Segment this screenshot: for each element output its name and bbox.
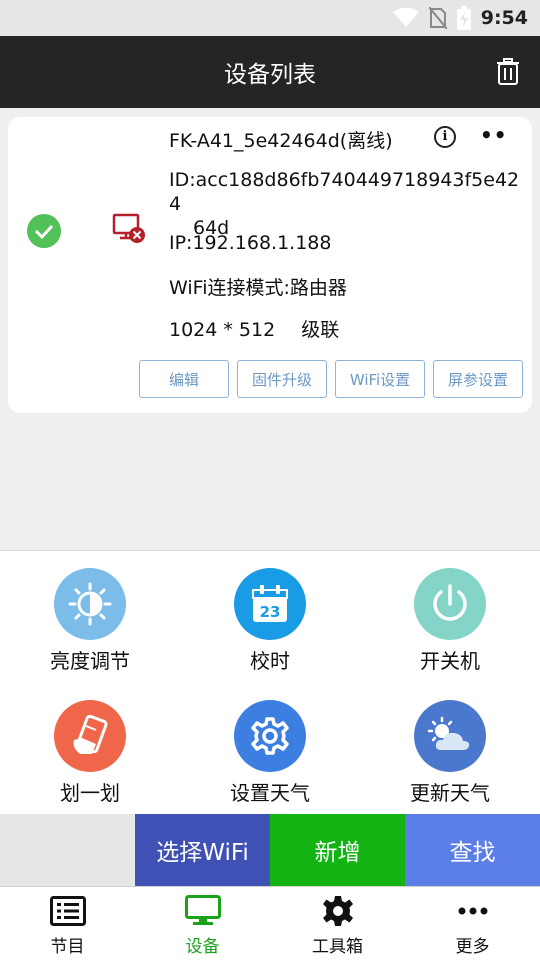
calendar-icon: 23 (234, 568, 306, 640)
wifi-icon (392, 8, 419, 27)
brightness-icon (54, 568, 126, 640)
power-button[interactable]: 开关机 (360, 551, 540, 683)
tab-devices[interactable]: 设备 (135, 887, 270, 960)
app-bar: 设备列表 (0, 36, 540, 108)
add-device-button[interactable]: 新增 (270, 814, 405, 886)
edit-button[interactable]: 编辑 (139, 360, 229, 398)
weather-icon (414, 700, 486, 772)
bottom-tab-bar: 节目 设备 工具箱 更多 (0, 886, 540, 960)
device-id-line1: ID:acc188d86fb740449718943f5e424 (169, 169, 520, 215)
tab-more[interactable]: 更多 (405, 887, 540, 960)
status-bar: 9:54 (0, 0, 540, 36)
firmware-upgrade-button[interactable]: 固件升级 (237, 360, 327, 398)
offline-screen-icon (112, 213, 145, 243)
tab-programs[interactable]: 节目 (0, 887, 135, 960)
find-device-button[interactable]: 查找 (405, 814, 540, 886)
power-label: 开关机 (420, 649, 480, 673)
device-name: FK-A41_5e42464d(离线) (169, 130, 393, 152)
time-sync-label: 校时 (250, 649, 290, 673)
more-icon (455, 895, 491, 927)
brightness-label: 亮度调节 (50, 649, 130, 673)
info-icon[interactable]: i (434, 126, 456, 148)
wifi-settings-button[interactable]: WiFi设置 (335, 360, 425, 398)
swipe-phone-icon (54, 700, 126, 772)
tab-toolbox[interactable]: 工具箱 (270, 887, 405, 960)
tab-more-label: 更多 (455, 937, 490, 957)
tab-toolbox-label: 工具箱 (312, 937, 363, 957)
weather-settings-label: 设置天气 (230, 781, 310, 805)
device-id: ID:acc188d86fb740449718943f5e424 64d (169, 168, 529, 240)
gear-icon (234, 700, 306, 772)
no-sim-icon (428, 7, 447, 29)
screen-settings-button[interactable]: 屏参设置 (433, 360, 523, 398)
trash-icon[interactable] (496, 58, 520, 86)
select-wifi-button[interactable]: 选择WiFi (135, 814, 270, 886)
time-sync-button[interactable]: 23 校时 (180, 551, 360, 683)
status-time: 9:54 (480, 7, 528, 29)
action-bar: 选择WiFi 新增 查找 (0, 814, 540, 886)
device-ip: IP:192.168.1.188 (169, 232, 332, 254)
status-icons: 9:54 (392, 0, 528, 36)
update-weather-label: 更新天气 (410, 781, 490, 805)
list-icon (49, 895, 86, 927)
monitor-icon (184, 895, 221, 927)
weather-settings-button[interactable]: 设置天气 (180, 683, 360, 815)
tab-devices-label: 设备 (185, 937, 220, 957)
cascade-label: 级联 (301, 319, 340, 341)
power-icon (414, 568, 486, 640)
device-resolution: 1024 * 512 级联 (169, 315, 339, 342)
tab-programs-label: 节目 (50, 937, 85, 957)
update-weather-button[interactable]: 更新天气 (360, 683, 540, 815)
battery-charging-icon (456, 6, 471, 30)
function-panel: 亮度调节 23 校时 开关机 划一划 设置天气 更新天气 (0, 550, 540, 814)
resolution-value: 1024 * 512 (169, 319, 276, 341)
brightness-button[interactable]: 亮度调节 (0, 551, 180, 683)
swipe-label: 划一划 (60, 781, 120, 805)
calendar-day: 23 (260, 603, 281, 621)
page-title: 设备列表 (224, 62, 316, 88)
device-wifi-mode: WiFi连接模式:路由器 (169, 277, 347, 299)
gear-icon (320, 895, 356, 927)
more-options-icon[interactable]: •• (480, 123, 508, 147)
selected-check-icon[interactable] (27, 214, 61, 248)
device-card[interactable]: FK-A41_5e42464d(离线) i •• ID:acc188d86fb7… (8, 117, 532, 413)
swipe-button[interactable]: 划一划 (0, 683, 180, 815)
